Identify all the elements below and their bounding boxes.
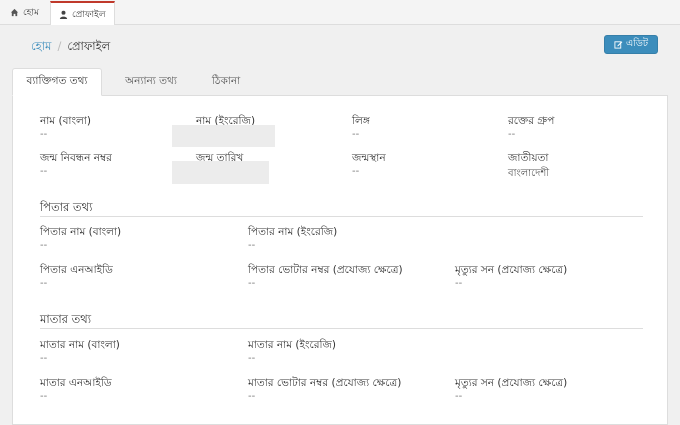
mother-name-en-label: মাতার নাম (ইংরেজি) xyxy=(248,339,336,351)
home-icon xyxy=(10,8,19,17)
father-name-bn-label: পিতার নাম (বাংলা) xyxy=(40,226,122,238)
father-voter-no-value: -- xyxy=(248,278,256,289)
name-en-value-redacted xyxy=(172,125,275,147)
father-death-year-label: মৃত্যুর সন (প্রযোজ্য ক্ষেত্রে) xyxy=(455,264,568,276)
top-tab-home-label: হোম xyxy=(23,8,39,18)
tab-content-panel: নাম (বাংলা) -- নাম (ইংরেজি) লিঙ্গ -- রক্… xyxy=(12,95,668,425)
tab-other-info[interactable]: অন্যান্য তথ্য xyxy=(106,68,196,96)
top-tab-home[interactable]: হোম xyxy=(2,2,47,23)
mother-name-bn-value: -- xyxy=(40,353,48,364)
tab-personal-info[interactable]: ব্যাক্তিগত তথ্য xyxy=(12,68,102,96)
nationality-value: বাংলাদেশী xyxy=(508,168,550,179)
father-section-divider xyxy=(40,216,643,217)
blood-group-value: -- xyxy=(508,129,516,140)
mother-voter-no-label: মাতার ভোটার নম্বর (প্রযোজ্য ক্ষেত্রে) xyxy=(248,377,402,389)
name-bn-label: নাম (বাংলা) xyxy=(40,115,91,127)
edit-icon xyxy=(614,40,623,49)
father-name-bn-value: -- xyxy=(40,240,48,251)
user-icon xyxy=(59,10,68,19)
father-name-en-label: পিতার নাম (ইংরেজি) xyxy=(248,226,338,238)
top-tab-profile-label: প্রোফাইল xyxy=(72,9,106,20)
father-name-en-value: -- xyxy=(248,240,256,251)
gender-value: -- xyxy=(352,129,360,140)
mother-nid-value: -- xyxy=(40,391,48,402)
father-nid-label: পিতার এনআইডি xyxy=(40,264,113,276)
edit-button[interactable]: এডিট xyxy=(604,35,658,54)
mother-section-divider xyxy=(40,328,643,329)
breadcrumb-current: প্রোফাইল xyxy=(67,39,111,53)
tab-address[interactable]: ঠিকানা xyxy=(196,68,256,96)
father-death-year-value: -- xyxy=(455,278,463,289)
dob-value-redacted xyxy=(172,161,269,184)
top-tab-bar: হোম প্রোফাইল xyxy=(0,0,680,25)
edit-button-label: এডিট xyxy=(625,38,649,49)
mother-name-en-value: -- xyxy=(248,353,256,364)
name-bn-value: -- xyxy=(40,129,48,140)
birth-reg-value: -- xyxy=(40,166,48,177)
breadcrumb-home-link[interactable]: হোম xyxy=(31,39,51,53)
breadcrumb: হোম / প্রোফাইল xyxy=(31,38,110,57)
mother-name-bn-label: মাতার নাম (বাংলা) xyxy=(40,339,120,351)
mother-death-year-value: -- xyxy=(455,391,463,402)
top-tab-profile[interactable]: প্রোফাইল xyxy=(50,1,115,25)
mother-death-year-label: মৃত্যুর সন (প্রযোজ্য ক্ষেত্রে) xyxy=(455,377,568,389)
birth-reg-label: জন্ম নিবন্ধন নম্বর xyxy=(40,152,112,164)
father-nid-value: -- xyxy=(40,278,48,289)
birth-place-value: -- xyxy=(352,166,360,177)
mother-voter-no-value: -- xyxy=(248,391,256,402)
mother-nid-label: মাতার এনআইডি xyxy=(40,377,112,389)
father-voter-no-label: পিতার ভোটার নম্বর (প্রযোজ্য ক্ষেত্রে) xyxy=(248,264,403,276)
breadcrumb-separator: / xyxy=(57,39,62,53)
